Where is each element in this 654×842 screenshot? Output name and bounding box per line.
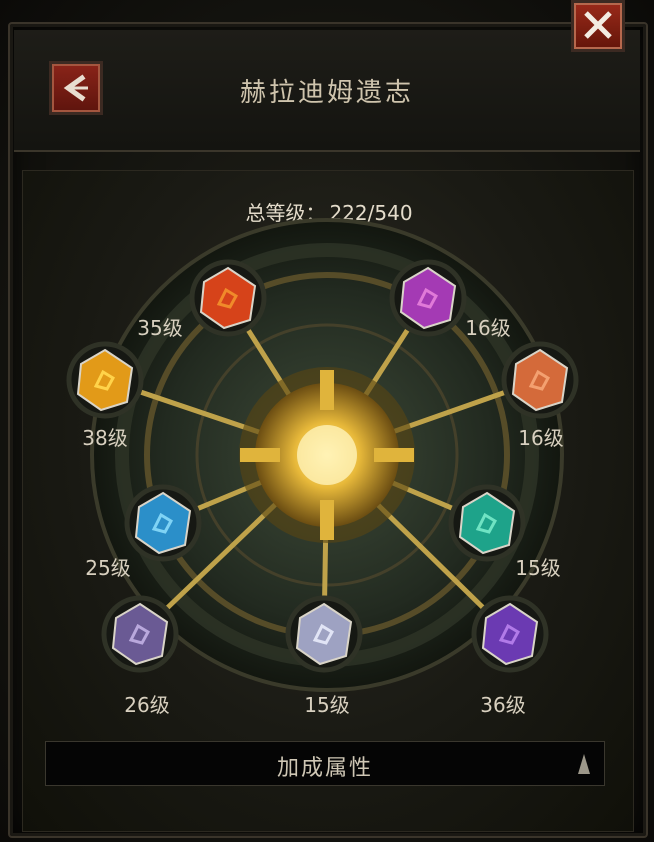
page: 赫拉迪姆遗志 总等级： 222/540 35级 16级 38级 16级 25级 … [0, 0, 654, 842]
gem-socket[interactable] [448, 484, 526, 562]
core-sun [239, 367, 415, 543]
bonus-attributes-label: 加成属性 [276, 756, 373, 781]
gem-socket[interactable] [501, 341, 579, 419]
gem-level-label: 25级 [85, 556, 131, 580]
gem-level-label: 26级 [124, 693, 170, 717]
gem-socket[interactable] [285, 595, 363, 673]
gem-level-label: 16级 [465, 316, 511, 340]
gem-socket[interactable] [101, 595, 179, 673]
gem-level-label: 35级 [137, 316, 183, 340]
gem-socket[interactable] [66, 341, 144, 419]
gem-level-label: 15级 [304, 693, 350, 717]
gem-socket[interactable] [189, 259, 267, 337]
gem-socket[interactable] [124, 484, 202, 562]
chevron-up-icon [578, 754, 590, 774]
gem-socket[interactable] [471, 595, 549, 673]
gem-level-label: 15级 [515, 556, 561, 580]
gem-level-label: 38级 [82, 426, 128, 450]
bonus-attributes-bar[interactable]: 加成属性 [45, 741, 605, 786]
gem-level-label: 36级 [480, 693, 526, 717]
gem-level-label: 16级 [518, 426, 564, 450]
